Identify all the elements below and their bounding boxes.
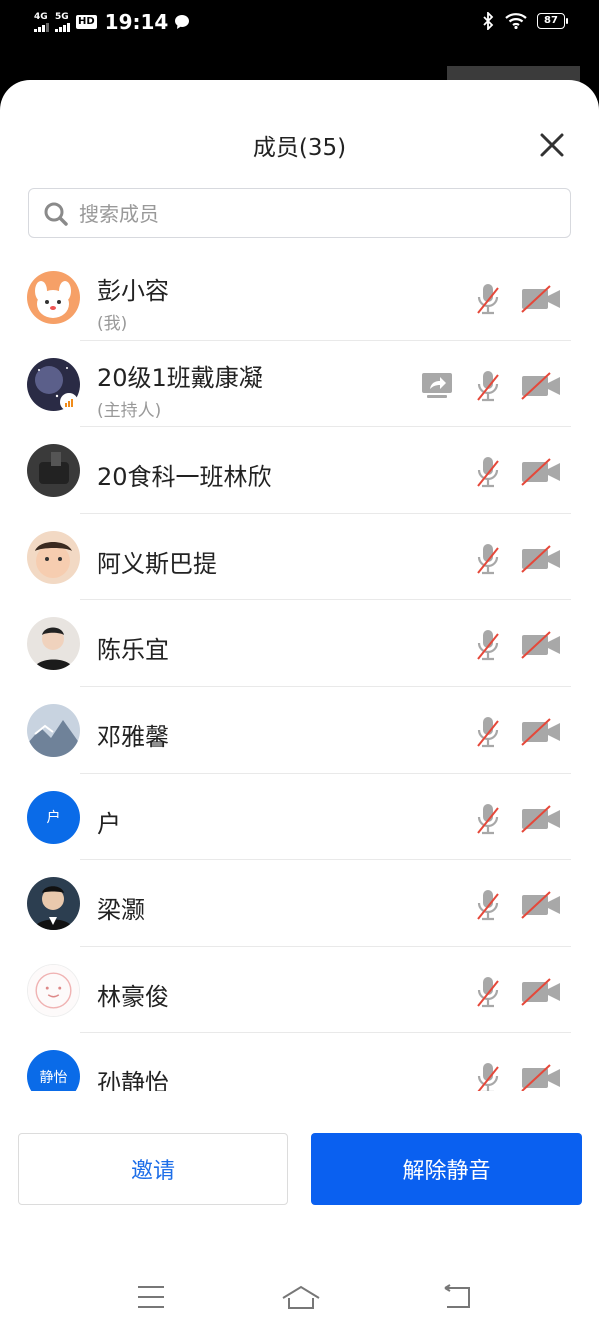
camera-off-icon[interactable] xyxy=(520,717,562,747)
member-role: (我) xyxy=(97,314,128,334)
wifi-icon xyxy=(505,13,527,29)
mic-muted-icon[interactable] xyxy=(475,628,501,662)
member-row[interactable]: 20级1班戴康凝 (主持人) xyxy=(0,341,599,428)
member-row[interactable]: 邓雅馨 xyxy=(0,687,599,774)
mic-muted-icon[interactable] xyxy=(475,369,501,403)
member-row[interactable]: 梁灏 xyxy=(0,860,599,947)
invite-button[interactable]: 邀请 xyxy=(18,1133,288,1205)
member-row[interactable]: 彭小容 (我) xyxy=(0,254,599,341)
bluetooth-icon xyxy=(483,12,494,30)
mic-muted-icon[interactable] xyxy=(475,455,501,489)
mic-muted-icon[interactable] xyxy=(475,542,501,576)
member-name: 陈乐宜 xyxy=(97,636,169,665)
member-name: 林豪俊 xyxy=(97,982,169,1011)
signal-4g-icon: 4G xyxy=(34,11,49,32)
member-row[interactable]: 阿义斯巴提 xyxy=(0,514,599,601)
avatar xyxy=(27,963,80,1017)
status-bar: 4G 5G HD 19:14 87 xyxy=(0,0,599,48)
camera-off-icon[interactable] xyxy=(520,977,562,1007)
back-icon[interactable] xyxy=(442,1284,474,1310)
member-row[interactable]: 20食科一班林欣 xyxy=(0,427,599,514)
member-name: 户 xyxy=(97,809,121,838)
mic-muted-icon[interactable] xyxy=(475,715,501,749)
clock: 19:14 xyxy=(104,10,169,34)
member-list[interactable]: 彭小容 (我) 20级1班戴康凝 (主持人) 20食科一班林欣 阿义斯巴提 陈乐… xyxy=(0,254,599,1092)
host-speaking-icon xyxy=(60,392,78,411)
hd-voice-icon: HD xyxy=(76,15,97,29)
member-name: 20级1班戴康凝 xyxy=(97,363,263,392)
mic-muted-icon[interactable] xyxy=(475,975,501,1009)
camera-off-icon[interactable] xyxy=(520,284,562,314)
members-panel: 成员(35) 彭小容 (我) 20级1班戴康凝 (主持人) xyxy=(0,80,599,1333)
camera-off-icon[interactable] xyxy=(520,804,562,834)
avatar: 静怡 xyxy=(27,1050,80,1092)
search-input[interactable] xyxy=(77,189,561,238)
unmute-button[interactable]: 解除静音 xyxy=(311,1133,582,1205)
message-bubble-icon xyxy=(175,15,190,29)
search-bar[interactable] xyxy=(28,188,571,238)
member-name: 彭小容 xyxy=(97,277,169,305)
home-icon[interactable] xyxy=(281,1284,321,1310)
avatar xyxy=(27,444,80,498)
avatar xyxy=(27,703,80,757)
mic-muted-icon[interactable] xyxy=(475,802,501,836)
member-name: 邓雅馨 xyxy=(97,722,169,751)
camera-off-icon[interactable] xyxy=(520,457,562,487)
battery-icon: 87 xyxy=(537,13,568,29)
member-name: 梁灏 xyxy=(97,896,145,925)
camera-off-icon[interactable] xyxy=(520,890,562,920)
member-name: 孙静怡 xyxy=(97,1069,169,1092)
avatar xyxy=(27,530,80,584)
battery-level: 87 xyxy=(544,15,558,26)
screen-share-icon[interactable] xyxy=(421,371,453,399)
avatar xyxy=(27,617,80,671)
member-row[interactable]: 户 户 xyxy=(0,774,599,861)
camera-off-icon[interactable] xyxy=(520,630,562,660)
search-icon xyxy=(44,202,68,226)
member-role: (主持人) xyxy=(97,400,162,421)
camera-off-icon[interactable] xyxy=(520,544,562,574)
avatar xyxy=(27,271,80,324)
camera-off-icon[interactable] xyxy=(520,371,562,401)
mic-muted-icon[interactable] xyxy=(475,282,501,316)
member-row[interactable]: 林豪俊 xyxy=(0,947,599,1034)
panel-title: 成员(35) xyxy=(252,135,347,161)
member-row[interactable]: 陈乐宜 xyxy=(0,600,599,687)
menu-icon[interactable] xyxy=(136,1284,166,1310)
avatar: 户 xyxy=(27,790,80,844)
mic-muted-icon[interactable] xyxy=(475,1061,501,1092)
avatar xyxy=(27,877,80,931)
member-name: 20食科一班林欣 xyxy=(97,463,272,492)
system-nav-bar xyxy=(0,1260,599,1333)
member-row[interactable]: 静怡 孙静怡 xyxy=(0,1033,599,1092)
signal-4g-label: 4G xyxy=(34,11,48,22)
signal-5g-icon: 5G xyxy=(55,11,70,32)
signal-5g-label: 5G xyxy=(55,11,69,22)
close-icon[interactable] xyxy=(537,130,567,160)
mic-muted-icon[interactable] xyxy=(475,888,501,922)
member-name: 阿义斯巴提 xyxy=(97,549,217,578)
camera-off-icon[interactable] xyxy=(520,1063,562,1092)
